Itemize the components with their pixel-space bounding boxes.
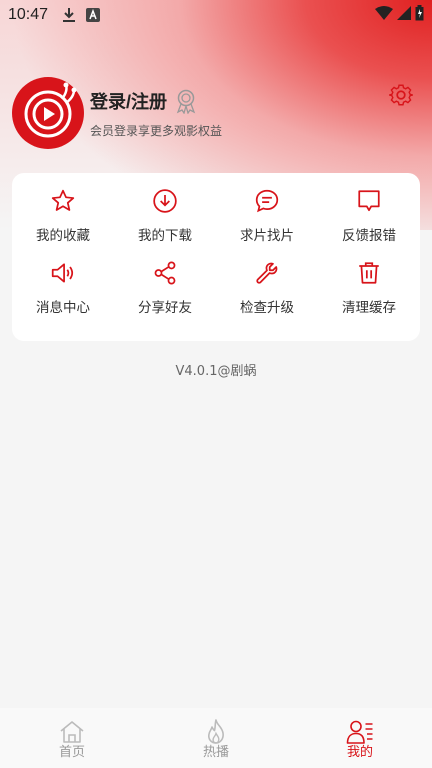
grid-item-favorites[interactable]: 我的收藏 (12, 187, 114, 259)
status-time: 10:47 (8, 6, 49, 23)
tab-label: 首页 (58, 745, 85, 760)
tab-hot[interactable]: 热播 (144, 708, 288, 768)
status-bar: 10:47 (0, 0, 432, 30)
grid-item-label: 反馈报错 (342, 228, 396, 244)
grid-item-label: 分享好友 (138, 300, 192, 316)
profile-header[interactable]: 登录/注册 会员登录享更多观影权益 (12, 77, 222, 149)
speaker-icon (49, 259, 77, 287)
tab-home[interactable]: 首页 (0, 708, 144, 768)
settings-button[interactable] (388, 82, 414, 108)
grid-item-label: 我的下载 (138, 228, 192, 244)
tab-label: 我的 (346, 745, 373, 760)
grid-item-label: 求片找片 (240, 228, 294, 244)
grid-item-messages[interactable]: 消息中心 (12, 259, 114, 331)
feedback-icon (355, 187, 383, 215)
grid-item-feedback[interactable]: 反馈报错 (318, 187, 420, 259)
grid-item-request[interactable]: 求片找片 (216, 187, 318, 259)
login-subtitle: 会员登录享更多观影权益 (90, 123, 223, 138)
grid-item-label: 我的收藏 (36, 228, 90, 244)
grid-item-label: 清理缓存 (342, 300, 396, 316)
app-notification-icon (86, 8, 101, 22)
trash-icon (355, 259, 383, 287)
tab-label: 热播 (202, 745, 229, 760)
battery-icon (415, 4, 424, 26)
avatar[interactable] (12, 77, 84, 149)
version-text: V4.0.1@剧蜗 (175, 364, 257, 379)
member-badge-icon (173, 88, 199, 114)
download-icon (151, 187, 179, 215)
chat-bubble-icon (253, 187, 281, 215)
grid-item-clear-cache[interactable]: 清理缓存 (318, 259, 420, 331)
tab-mine[interactable]: 我的 (288, 708, 432, 768)
star-icon (49, 187, 77, 215)
grid-item-label: 消息中心 (36, 300, 90, 316)
login-register-link[interactable]: 登录/注册 (90, 88, 167, 114)
wifi-icon (375, 5, 393, 25)
app-logo-icon (24, 82, 77, 138)
bottom-tab-bar: 首页 热播 我的 (0, 708, 432, 768)
feature-grid: 我的收藏 我的下载 求片找片 反馈报错 消息中心 分享好友 检查升级 清理缓存 (12, 173, 420, 341)
grid-item-share[interactable]: 分享好友 (114, 259, 216, 331)
grid-item-downloads[interactable]: 我的下载 (114, 187, 216, 259)
wrench-icon (253, 259, 281, 287)
grid-item-label: 检查升级 (240, 300, 294, 316)
share-icon (151, 259, 179, 287)
download-status-icon (62, 7, 76, 23)
grid-item-update[interactable]: 检查升级 (216, 259, 318, 331)
gear-icon (389, 84, 413, 106)
signal-icon (397, 5, 411, 25)
